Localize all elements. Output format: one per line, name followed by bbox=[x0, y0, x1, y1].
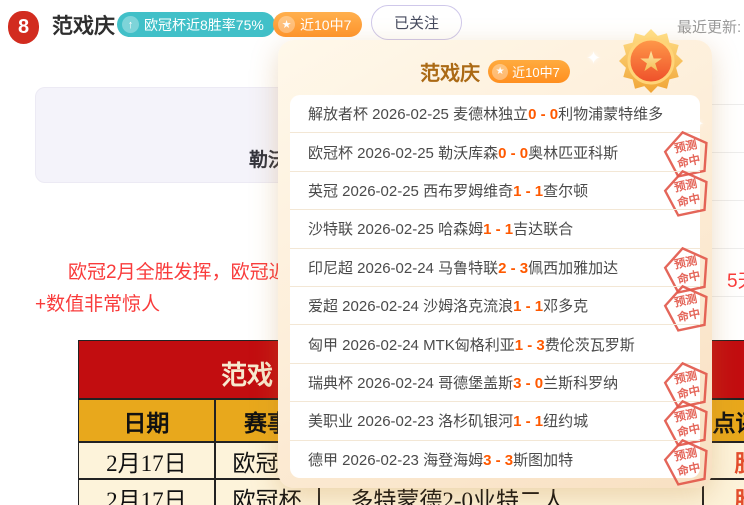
follow-button[interactable]: 已关注 bbox=[371, 5, 462, 40]
match-score: 0 - 0 bbox=[498, 145, 528, 162]
match-row[interactable]: 沙特联 2026-02-25 哈森姆1 - 1吉达联合 bbox=[290, 209, 700, 247]
gold-medal-icon: ★ bbox=[618, 28, 684, 94]
prediction-popup: 范戏庆 ★ 近10中7 ✦ ✦ ★ 解放者杯 2026-02-25 麦德林独立0… bbox=[278, 40, 712, 488]
match-score: 1 - 3 bbox=[515, 337, 545, 354]
match-row[interactable]: 爱超 2026-02-24 沙姆洛克流浪1 - 1邓多克预测命中 bbox=[290, 286, 700, 324]
bg-table-cell: 2月17日 bbox=[79, 480, 216, 505]
bg-table-cell: 2月17日 bbox=[79, 443, 216, 480]
win-rate-badge: ↑ 欧冠杯近8胜率75% bbox=[117, 12, 275, 37]
match-text: 爱超 2026-02-24 沙姆洛克流浪1 - 1邓多克 bbox=[308, 295, 588, 316]
win-rate-badge-label: 欧冠杯近8胜率75% bbox=[144, 15, 264, 35]
expert-name: 范戏庆 bbox=[52, 10, 115, 40]
match-row[interactable]: 瑞典杯 2026-02-24 哥德堡盖斯3 - 0兰斯科罗纳预测命中 bbox=[290, 363, 700, 401]
match-prefix: 英冠 2026-02-25 西布罗姆维奇 bbox=[308, 183, 513, 200]
sparkle-icon: ✦ bbox=[586, 48, 601, 69]
match-prefix: 匈甲 2026-02-24 MTK匈格利亚 bbox=[308, 337, 515, 354]
match-text: 沙特联 2026-02-25 哈森姆1 - 1吉达联合 bbox=[308, 218, 573, 239]
prediction-hit-stamp-icon: 预测命中 bbox=[660, 433, 715, 488]
match-text: 匈甲 2026-02-24 MTK匈格利亚1 - 3费伦茨瓦罗斯 bbox=[308, 334, 635, 355]
bg-table-cell: 胜 bbox=[704, 480, 744, 505]
match-prefix: 解放者杯 2026-02-25 麦德林独立 bbox=[308, 106, 528, 123]
promo-text-line2: +数值非常惊人 bbox=[35, 289, 160, 316]
match-score: 3 - 0 bbox=[513, 375, 543, 392]
match-away-team: 纽约城 bbox=[543, 413, 588, 430]
background-row-lines bbox=[710, 57, 744, 297]
match-away-team: 查尔顿 bbox=[543, 183, 588, 200]
match-text: 美职业 2026-02-23 洛杉矶银河1 - 1纽约城 bbox=[308, 410, 588, 431]
match-text: 印尼超 2026-02-24 马鲁特联2 - 3佩西加雅加达 bbox=[308, 257, 618, 278]
match-score: 1 - 1 bbox=[513, 298, 543, 315]
last-update-label: 最近更新: bbox=[677, 16, 741, 37]
match-away-team: 佩西加雅加达 bbox=[528, 260, 618, 277]
match-row[interactable]: 欧冠杯 2026-02-25 勒沃库森0 - 0奥林匹亚科斯预测命中 bbox=[290, 132, 700, 170]
match-prefix: 欧冠杯 2026-02-25 勒沃库森 bbox=[308, 145, 498, 162]
match-row[interactable]: 匈甲 2026-02-24 MTK匈格利亚1 - 3费伦茨瓦罗斯 bbox=[290, 324, 700, 362]
match-prefix: 瑞典杯 2026-02-24 哥德堡盖斯 bbox=[308, 375, 513, 392]
match-row[interactable]: 英冠 2026-02-25 西布罗姆维奇1 - 1查尔顿预测命中 bbox=[290, 171, 700, 209]
popup-record-badge: ★ 近10中7 bbox=[488, 60, 570, 83]
match-prefix: 德甲 2026-02-23 海登海姆 bbox=[308, 452, 483, 469]
match-score: 1 - 1 bbox=[513, 413, 543, 430]
recent-record-badge: ★ 近10中7 bbox=[273, 12, 362, 37]
match-score: 2 - 3 bbox=[498, 260, 528, 277]
match-text: 瑞典杯 2026-02-24 哥德堡盖斯3 - 0兰斯科罗纳 bbox=[308, 372, 618, 393]
match-away-team: 利物浦蒙特维多 bbox=[558, 106, 663, 123]
match-score: 1 - 1 bbox=[513, 183, 543, 200]
star-icon: ★ bbox=[278, 16, 295, 33]
recent-record-badge-label: 近10中7 bbox=[300, 15, 351, 35]
match-away-team: 吉达联合 bbox=[513, 221, 573, 238]
promo-text-line1: 欧冠2月全胜发挥，欧冠近 bbox=[68, 257, 288, 284]
star-icon: ★ bbox=[492, 64, 508, 80]
match-row[interactable]: 美职业 2026-02-23 洛杉矶银河1 - 1纽约城预测命中 bbox=[290, 401, 700, 439]
site-logo: 8 bbox=[8, 11, 39, 44]
match-prefix: 印尼超 2026-02-24 马鲁特联 bbox=[308, 260, 498, 277]
svg-text:命中: 命中 bbox=[675, 306, 701, 325]
match-text: 欧冠杯 2026-02-25 勒沃库森0 - 0奥林匹亚科斯 bbox=[308, 142, 618, 163]
svg-text:★: ★ bbox=[638, 46, 663, 77]
match-prefix: 美职业 2026-02-23 洛杉矶银河 bbox=[308, 413, 513, 430]
match-score: 0 - 0 bbox=[528, 106, 558, 123]
match-text: 英冠 2026-02-25 西布罗姆维奇1 - 1查尔顿 bbox=[308, 180, 588, 201]
match-away-team: 斯图加特 bbox=[513, 452, 573, 469]
match-away-team: 奥林匹亚科斯 bbox=[528, 145, 618, 162]
match-list: 解放者杯 2026-02-25 麦德林独立0 - 0利物浦蒙特维多欧冠杯 202… bbox=[290, 95, 700, 478]
popup-expert-name: 范戏庆 bbox=[420, 57, 480, 86]
match-away-team: 兰斯科罗纳 bbox=[543, 375, 618, 392]
popup-record-badge-label: 近10中7 bbox=[512, 62, 560, 81]
match-row[interactable]: 解放者杯 2026-02-25 麦德林独立0 - 0利物浦蒙特维多 bbox=[290, 95, 700, 132]
match-row[interactable]: 印尼超 2026-02-24 马鲁特联2 - 3佩西加雅加达预测命中 bbox=[290, 248, 700, 286]
match-row[interactable]: 德甲 2026-02-23 海登海姆3 - 3斯图加特预测命中 bbox=[290, 440, 700, 478]
match-score: 3 - 3 bbox=[483, 452, 513, 469]
match-score: 1 - 1 bbox=[483, 221, 513, 238]
match-prefix: 沙特联 2026-02-25 哈森姆 bbox=[308, 221, 483, 238]
results-table-title: 范戏 bbox=[221, 355, 273, 392]
match-text: 德甲 2026-02-23 海登海姆3 - 3斯图加特 bbox=[308, 449, 573, 470]
arrow-up-icon: ↑ bbox=[122, 16, 139, 33]
bg-table-header-cell: 日期 bbox=[79, 398, 216, 443]
match-prefix: 爱超 2026-02-24 沙姆洛克流浪 bbox=[308, 298, 513, 315]
match-away-team: 费伦茨瓦罗斯 bbox=[545, 337, 635, 354]
match-away-team: 邓多克 bbox=[543, 298, 588, 315]
match-text: 解放者杯 2026-02-25 麦德林独立0 - 0利物浦蒙特维多 bbox=[308, 103, 663, 124]
